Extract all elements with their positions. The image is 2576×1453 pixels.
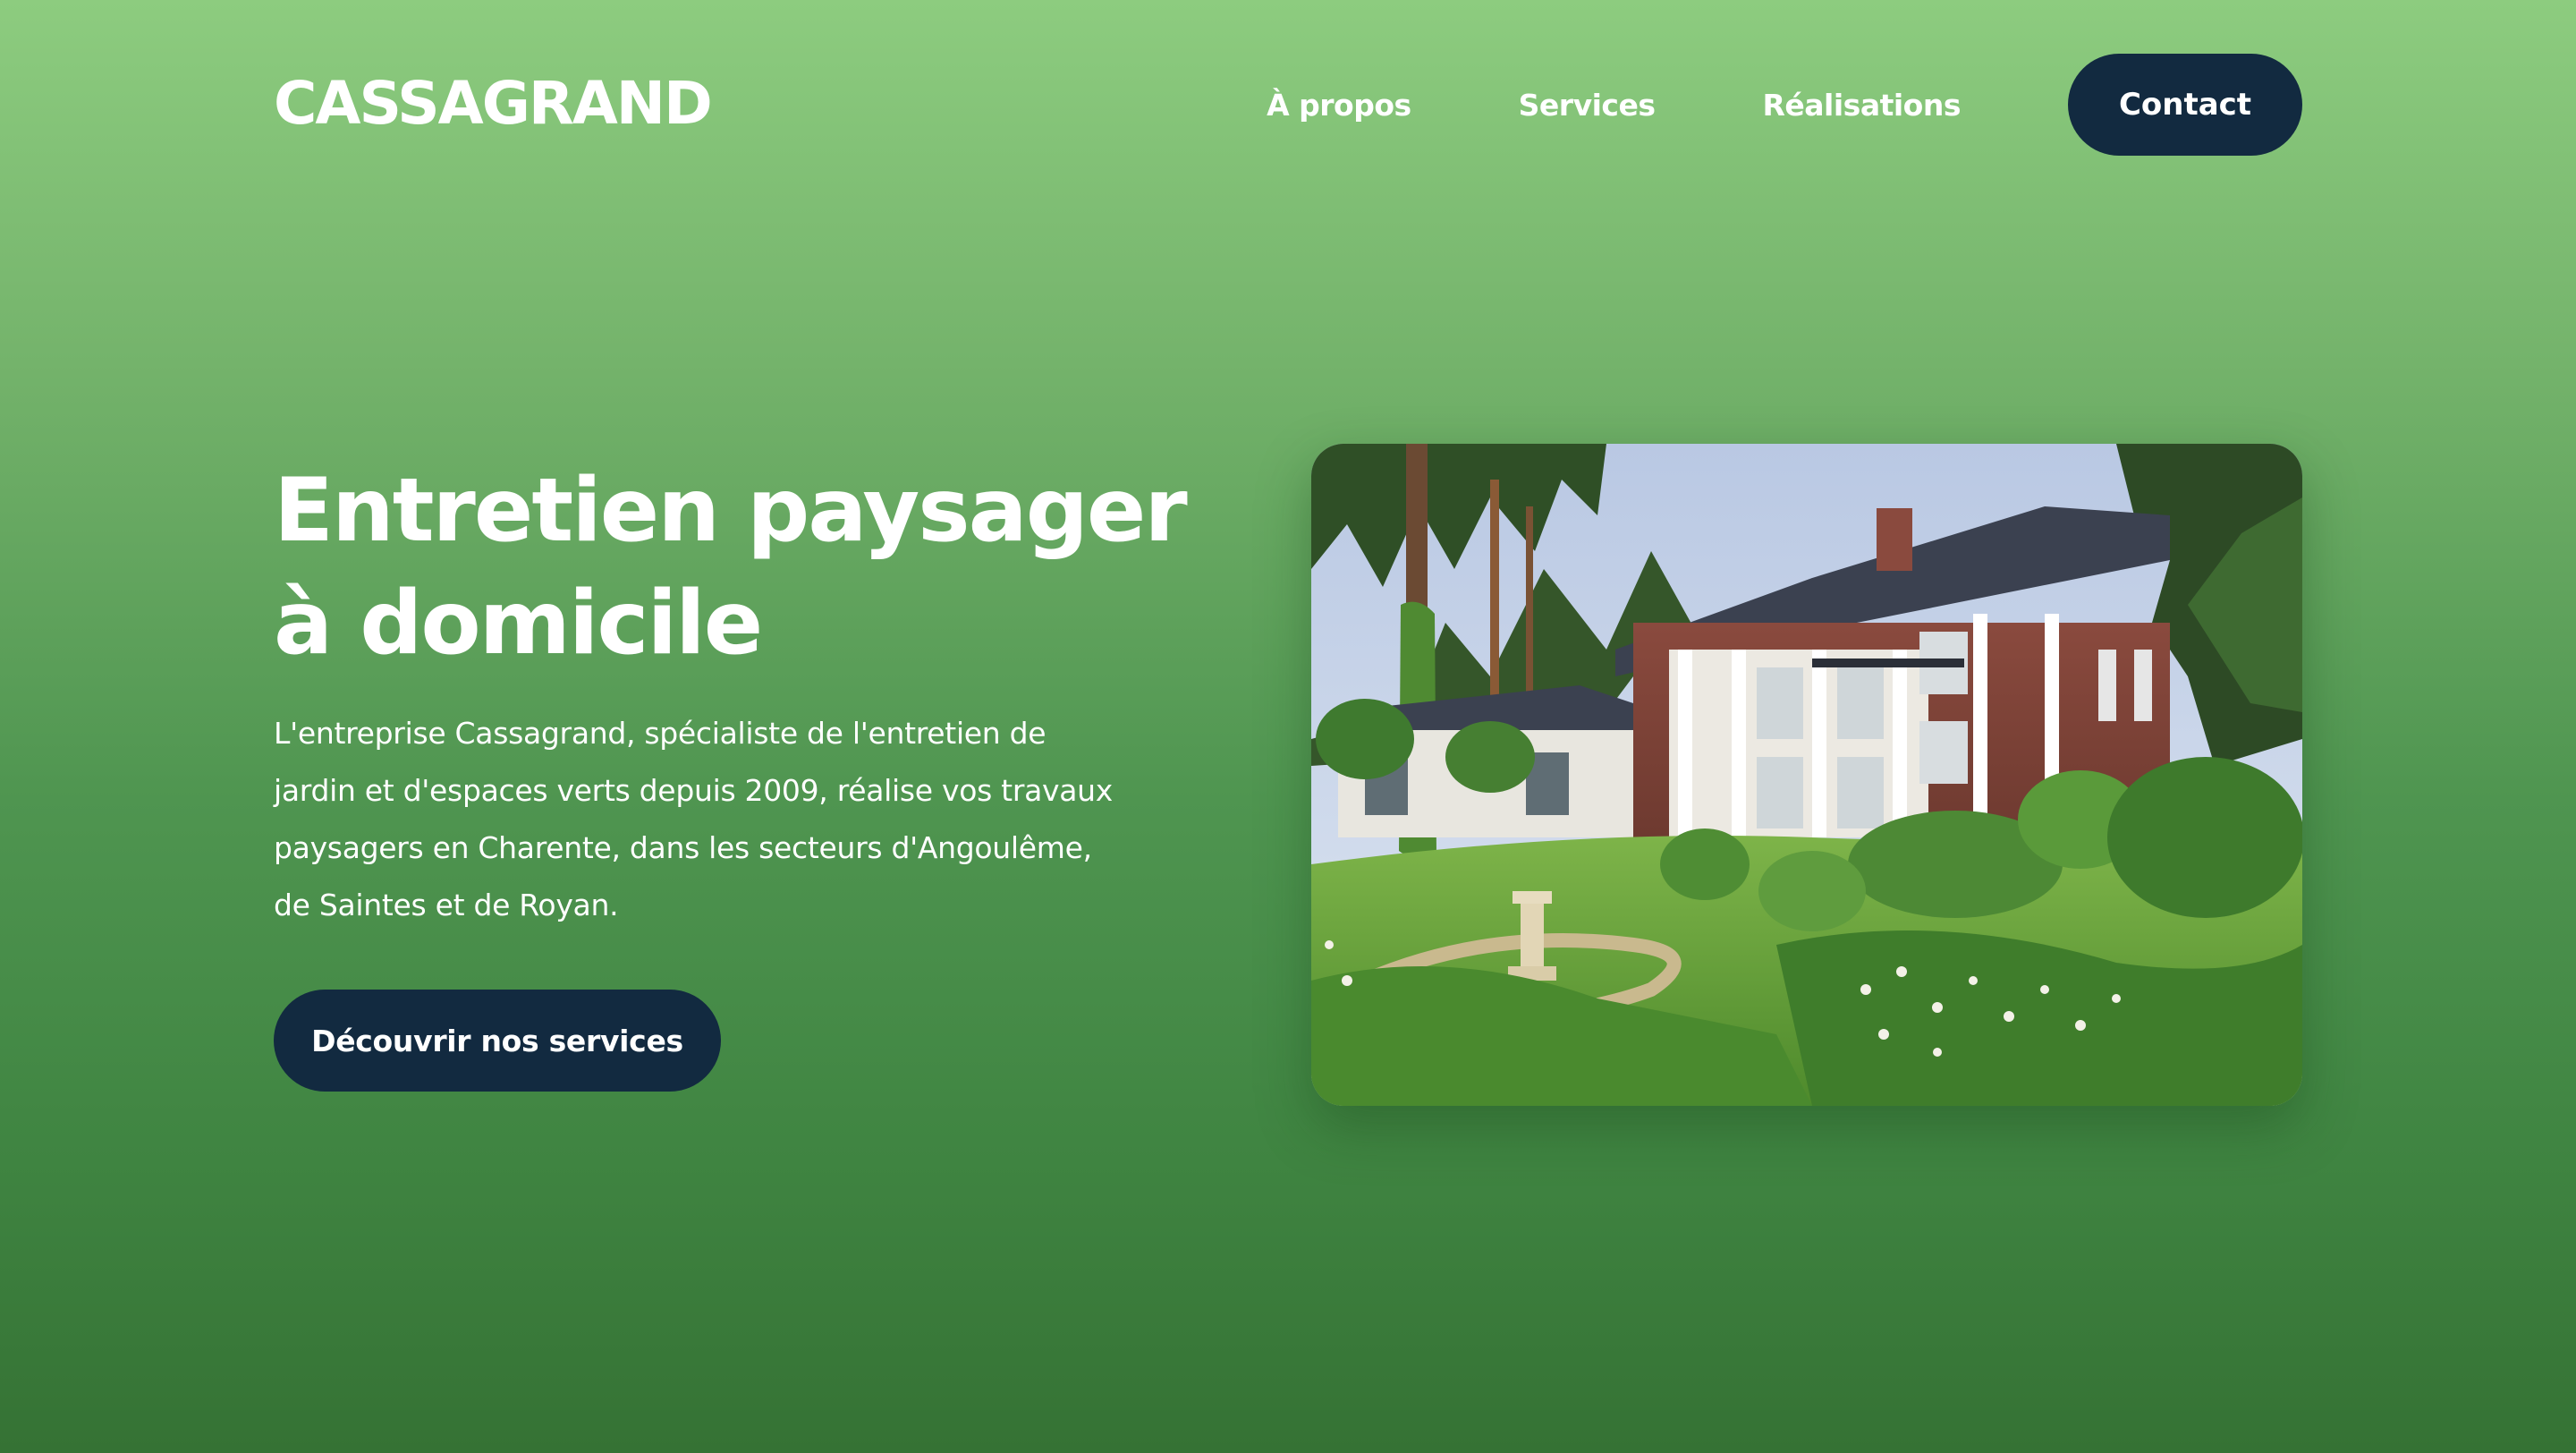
nav-link-services[interactable]: Services — [1519, 88, 1656, 123]
hero-title: Entretien paysager à domicile — [274, 455, 1188, 680]
page: CASSAGRAND À propos Services Réalisation… — [0, 0, 2576, 1453]
nav-link-a-propos[interactable]: À propos — [1267, 88, 1411, 123]
garden-house-illustration — [1311, 444, 2302, 1106]
nav-link-realisations[interactable]: Réalisations — [1763, 88, 1962, 123]
hero-title-line-1: Entretien paysager — [274, 460, 1188, 562]
hero-description: L'entreprise Cassagrand, spécialiste de … — [274, 716, 1114, 922]
contact-button[interactable]: Contact — [2068, 54, 2302, 156]
main-nav: À propos Services Réalisations Contact — [1267, 54, 2302, 156]
hero-garden-image — [1311, 444, 2302, 1106]
hero-title-line-2: à domicile — [274, 573, 763, 675]
discover-services-button[interactable]: Découvrir nos services — [274, 990, 721, 1092]
logo[interactable]: CASSAGRAND — [274, 72, 713, 136]
